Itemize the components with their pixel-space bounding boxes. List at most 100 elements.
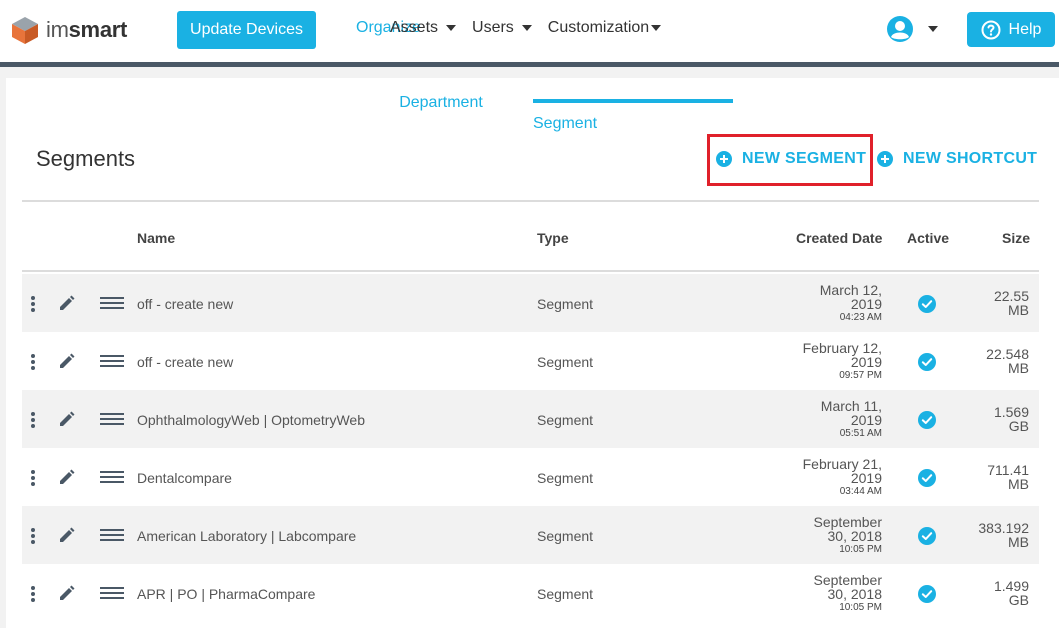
row-size-value: 383.192	[978, 520, 1029, 536]
table-row[interactable]: APR | PO | PharmaCompare Segment September…	[22, 564, 1039, 622]
drag-handle-icon[interactable]	[100, 297, 124, 311]
update-devices-button[interactable]: Update Devices	[177, 11, 316, 49]
row-size-unit: GB	[1008, 418, 1029, 434]
nav-organize[interactable]: Organize	[356, 19, 421, 37]
row-created-date: March 11, 2019 05:51 AM	[772, 399, 882, 441]
row-time: 05:51 AM	[839, 428, 882, 439]
row-type: Segment	[537, 470, 594, 486]
column-active[interactable]: Active	[907, 230, 949, 246]
active-check-icon[interactable]	[918, 469, 936, 487]
nav-customization-label: Customization	[547, 19, 650, 36]
row-size-value: 711.41	[987, 462, 1029, 478]
drag-handle-icon[interactable]	[100, 587, 124, 601]
more-options-icon[interactable]	[30, 296, 36, 312]
tab-department[interactable]: Department	[341, 78, 541, 118]
row-time: 10:05 PM	[839, 602, 882, 613]
row-size-unit: MB	[1008, 360, 1029, 376]
main-panel: Department Segment Segments NEW SEGMENT …	[6, 78, 1059, 628]
row-size: 22.55 MB	[959, 289, 1029, 317]
row-date-line2: 2019	[850, 354, 882, 370]
table-row[interactable]: Dentalcompare Segment February 21, 2019 03:4…	[22, 448, 1039, 506]
row-created-date: September 30, 2018 10:05 PM	[772, 573, 882, 615]
row-time: 04:23 AM	[839, 312, 882, 323]
more-options-icon[interactable]	[30, 412, 36, 428]
row-date-line2: 2019	[850, 470, 882, 486]
question-circle-icon	[981, 20, 1001, 39]
user-menu[interactable]	[886, 15, 938, 43]
nav-assets[interactable]: Assets	[390, 19, 457, 37]
row-size-unit: MB	[1008, 534, 1029, 550]
drag-handle-icon[interactable]	[100, 355, 124, 369]
row-date-line2: 2019	[850, 296, 882, 312]
segment-tabs: Department Segment	[341, 78, 741, 132]
tab-segment[interactable]: Segment	[533, 99, 733, 132]
row-date-line1: February 12,	[802, 340, 882, 356]
table-row[interactable]: American Laboratory | Labcompare Segment S…	[22, 506, 1039, 564]
drag-handle-icon[interactable]	[100, 413, 124, 427]
nav-users[interactable]: Users	[472, 19, 532, 37]
active-check-icon[interactable]	[918, 411, 936, 429]
row-date-line1: September	[813, 572, 882, 588]
main-nav: Organize Assets Users Customization	[356, 19, 677, 37]
row-size: 1.499 GB	[959, 579, 1029, 607]
active-check-icon[interactable]	[918, 353, 936, 371]
new-shortcut-button[interactable]: NEW SHORTCUT	[877, 150, 1037, 168]
table-row[interactable]: OphthalmologyWeb | OptometryWeb Segment Ma…	[22, 390, 1039, 448]
row-created-date: March 12, 2019 04:23 AM	[772, 283, 882, 325]
row-created-date: September 30, 2018 10:05 PM	[772, 515, 882, 557]
edit-pencil-icon[interactable]	[58, 410, 76, 428]
help-label: Help	[1008, 20, 1042, 38]
active-check-icon[interactable]	[918, 527, 936, 545]
table-row[interactable]: off - create new Segment February 12, 2019 0…	[22, 332, 1039, 390]
chevron-down-icon	[651, 25, 662, 31]
active-check-icon[interactable]	[918, 585, 936, 603]
edit-pencil-icon[interactable]	[58, 526, 76, 544]
page-title: Segments	[36, 146, 136, 171]
row-name: off - create new	[137, 354, 234, 370]
new-segment-button[interactable]: NEW SEGMENT	[716, 150, 866, 168]
column-type[interactable]: Type	[537, 230, 569, 246]
help-button[interactable]: Help	[967, 12, 1055, 47]
more-options-icon[interactable]	[30, 470, 36, 486]
row-size: 383.192 MB	[959, 521, 1029, 549]
column-created-date[interactable]: Created Date	[796, 230, 882, 246]
top-navbar: imsmart Update Devices Organize Assets U…	[0, 0, 1059, 62]
drag-handle-icon[interactable]	[100, 529, 124, 543]
table-row[interactable]: off - create new Segment March 12, 2019 04:2…	[22, 274, 1039, 332]
brand-logo[interactable]: imsmart	[10, 14, 127, 46]
row-size-value: 1.499	[993, 578, 1029, 594]
row-size: 22.548 MB	[959, 347, 1029, 375]
row-time: 09:57 PM	[839, 370, 882, 381]
brand-name-suffix: smart	[68, 17, 128, 42]
row-name: Dentalcompare	[137, 470, 232, 486]
chevron-down-icon	[928, 26, 938, 32]
column-name[interactable]: Name	[137, 230, 175, 246]
cube-logo-icon	[12, 17, 38, 44]
row-type: Segment	[537, 528, 594, 544]
edit-pencil-icon[interactable]	[58, 468, 76, 486]
user-avatar-icon	[887, 16, 913, 42]
row-type: Segment	[537, 412, 594, 428]
chevron-down-icon	[446, 25, 457, 31]
row-date-line1: September	[813, 514, 882, 530]
row-date-line1: March 12,	[819, 282, 882, 298]
row-type: Segment	[537, 296, 594, 312]
row-size-value: 1.569	[993, 404, 1029, 420]
drag-handle-icon[interactable]	[100, 471, 124, 485]
plus-circle-icon	[716, 151, 732, 167]
edit-pencil-icon[interactable]	[58, 294, 76, 312]
row-size: 711.41 MB	[959, 463, 1029, 491]
more-options-icon[interactable]	[30, 354, 36, 370]
row-date-line2: 2019	[850, 412, 882, 428]
active-check-icon[interactable]	[918, 295, 936, 313]
row-date-line2: 30, 2018	[827, 586, 883, 602]
nav-customization[interactable]: Customization	[547, 19, 662, 37]
edit-pencil-icon[interactable]	[58, 584, 76, 602]
column-size[interactable]: Size	[1002, 230, 1030, 246]
row-size-value: 22.548	[986, 346, 1029, 362]
more-options-icon[interactable]	[30, 528, 36, 544]
row-size-unit: MB	[1008, 476, 1029, 492]
row-name: OphthalmologyWeb | OptometryWeb	[137, 412, 365, 428]
edit-pencil-icon[interactable]	[58, 352, 76, 370]
more-options-icon[interactable]	[30, 586, 36, 602]
